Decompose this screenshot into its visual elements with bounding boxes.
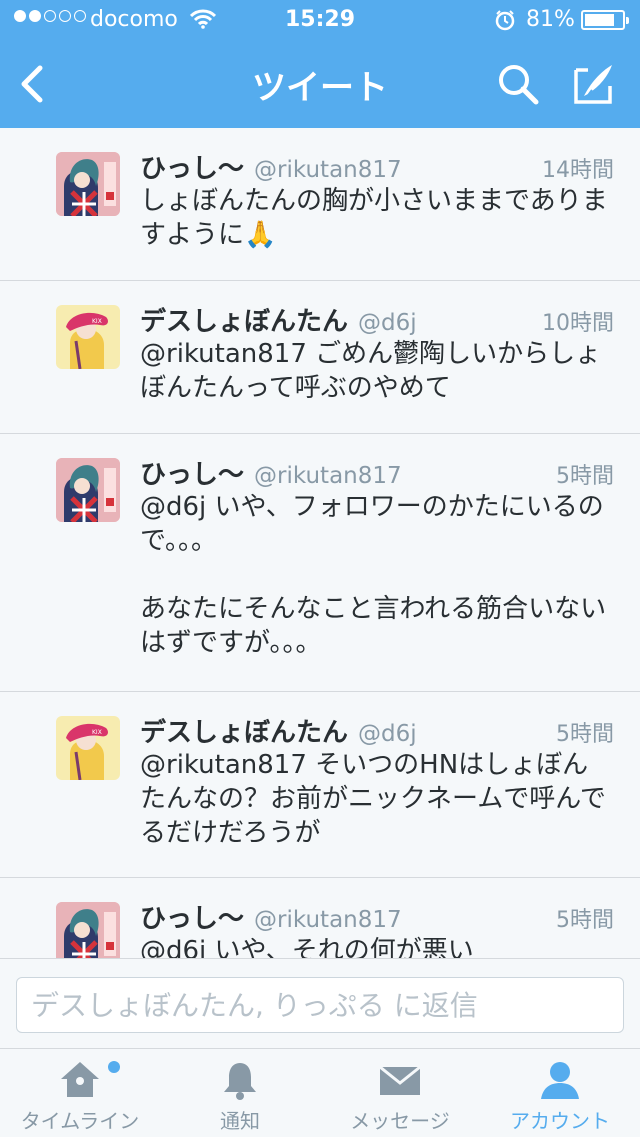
compose-button[interactable] — [572, 62, 616, 110]
tweet-row[interactable]: ひっし〜 @rikutan817 5時間 @d6j いや、フォロワーのかたにいるので。… — [0, 434, 640, 692]
tab-notifications[interactable]: 通知 — [160, 1049, 320, 1137]
compose-icon — [574, 65, 612, 104]
avatar[interactable] — [56, 902, 120, 958]
page-title: ツイート — [252, 68, 388, 108]
alarm-icon — [494, 9, 516, 37]
user-handle: @d6j — [358, 721, 417, 747]
tweet-text: @d6j いや、それの何が悪い — [140, 936, 474, 958]
tweet-row[interactable]: ひっし〜 @rikutan817 14時間しょぼんたんの胸が小さいままでありますよう… — [0, 128, 640, 281]
reply-input[interactable] — [16, 977, 624, 1033]
avatar[interactable]: KIX — [56, 305, 120, 369]
user-handle: @rikutan817 — [254, 157, 402, 183]
avatar[interactable] — [56, 152, 120, 216]
tweet-timestamp: 14時間 — [542, 158, 614, 183]
tweet-author[interactable]: デスしょぼんたん @d6j — [140, 712, 417, 749]
tweet-text: @rikutan817 ごめん鬱陶しいからしょぼんたんって呼ぶのやめて — [140, 339, 602, 403]
tweet-text: しょぼんたんの胸が小さいままでありますように🙏 — [140, 186, 608, 250]
tweet-author[interactable]: ひっし〜 @rikutan817 — [140, 454, 402, 491]
tab-messages[interactable]: メッセージ — [320, 1049, 480, 1137]
status-bar: docomo 15:29 81% — [0, 0, 640, 40]
tab-account[interactable]: アカウント — [480, 1049, 640, 1137]
display-name: デスしょぼんたん — [140, 718, 349, 748]
tweet-timestamp: 5時間 — [556, 722, 614, 747]
svg-text:KIX: KIX — [92, 729, 102, 736]
tab-label: メッセージ — [350, 1109, 450, 1133]
display-name: ひっし〜 — [140, 460, 245, 490]
display-name: ひっし〜 — [140, 904, 245, 934]
svg-text:KIX: KIX — [92, 318, 102, 325]
tweet-row[interactable]: ひっし〜 @rikutan817 5時間 @d6j いや、それの何が悪い — [0, 878, 640, 958]
user-handle: @rikutan817 — [254, 907, 402, 933]
display-name: ひっし〜 — [140, 154, 245, 184]
bell-icon — [160, 1059, 320, 1101]
tweet-author[interactable]: ひっし〜 @rikutan817 — [140, 898, 402, 935]
tab-label: タイムライン — [20, 1109, 140, 1133]
envelope-icon — [320, 1059, 480, 1101]
person-icon — [480, 1059, 640, 1101]
tweet-author[interactable]: ひっし〜 @rikutan817 — [140, 148, 402, 185]
battery-percentage: 81% — [526, 7, 575, 32]
user-handle: @d6j — [358, 310, 417, 336]
battery-icon — [581, 10, 629, 30]
tweet-row[interactable]: KIX デスしょぼんたん @d6j 5時間 @rikutan817 そいつのHNはしょぼ… — [0, 692, 640, 878]
reply-bar — [0, 958, 640, 1048]
tweet-timestamp: 5時間 — [556, 908, 614, 933]
tweet-author[interactable]: デスしょぼんたん @d6j — [140, 301, 417, 338]
search-icon — [499, 65, 539, 105]
tweet-text: @d6j いや、フォロワーのかたにいるので。。。 あなたにそんなこと言われる筋合… — [140, 492, 607, 658]
tab-timeline[interactable]: タイムライン — [0, 1049, 160, 1137]
display-name: デスしょぼんたん — [140, 307, 349, 337]
tab-bar: タイムライン 通知 メッセージ アカウント — [0, 1048, 640, 1136]
avatar[interactable]: KIX — [56, 716, 120, 780]
tweet-row[interactable]: KIX デスしょぼんたん @d6j 10時間 @rikutan817 ごめん鬱陶しいから… — [0, 281, 640, 434]
tweet-timestamp: 10時間 — [542, 311, 614, 336]
avatar[interactable] — [56, 458, 120, 522]
tweet-text: @rikutan817 そいつのHNはしょぼんたんなの？お前がニックネームで呼ん… — [140, 750, 606, 848]
search-button[interactable] — [496, 62, 540, 110]
battery-fill — [585, 14, 614, 26]
tweet-container: ひっし〜 @rikutan817 14時間しょぼんたんの胸が小さいままでありますよう… — [0, 128, 640, 958]
navigation-bar: ツイート — [0, 40, 640, 128]
tab-label: 通知 — [220, 1109, 260, 1133]
new-tweets-badge — [108, 1061, 120, 1073]
tweet-list[interactable]: ひっし〜 @rikutan817 14時間しょぼんたんの胸が小さいままでありますよう… — [0, 128, 640, 958]
home-icon — [0, 1059, 160, 1101]
tab-label: アカウント — [510, 1109, 610, 1133]
tweet-timestamp: 5時間 — [556, 464, 614, 489]
user-handle: @rikutan817 — [254, 463, 402, 489]
